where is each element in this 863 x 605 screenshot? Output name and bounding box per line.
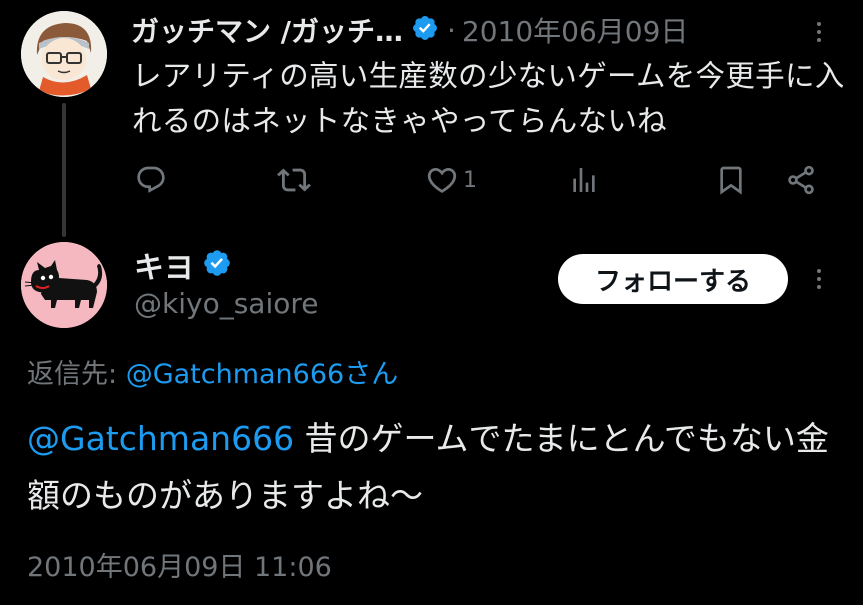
bookmark-icon	[720, 166, 742, 195]
share-icon	[788, 165, 814, 195]
reply-to-prefix: 返信先:	[27, 359, 126, 390]
main-tweet-timestamp[interactable]: 2010年06月09日 11:06	[27, 545, 332, 584]
heart-icon	[427, 167, 457, 193]
retweet-icon	[277, 168, 311, 192]
follow-button[interactable]: フォローする	[558, 254, 788, 304]
parent-tweet-date[interactable]: 2010年06月09日	[462, 10, 689, 50]
main-avatar[interactable]	[21, 242, 107, 328]
replying-to-line: 返信先: @Gatchman666さん	[27, 352, 398, 391]
analytics-icon	[573, 168, 595, 192]
reply-button[interactable]	[135, 160, 167, 200]
main-tweet-text: @Gatchman666 昔のゲームでたまにとんでもない金額のものがありますよね…	[27, 410, 837, 524]
like-count: 1	[463, 167, 477, 193]
main-tweet-header: キヨ	[134, 244, 232, 286]
parent-more-options-icon[interactable]	[804, 17, 834, 47]
parent-tweet-header: ガッチマン /ガッチ… · 2010年06月09日	[131, 10, 688, 50]
bookmark-button[interactable]	[715, 160, 747, 200]
like-button[interactable]: 1	[425, 160, 477, 200]
avatar-illustration	[21, 11, 107, 97]
mention-link[interactable]: @Gatchman666	[27, 419, 294, 458]
share-button[interactable]	[785, 160, 817, 200]
thread-connector-line	[62, 103, 66, 237]
main-more-options-icon[interactable]	[804, 264, 834, 294]
main-display-name[interactable]: キヨ	[134, 243, 194, 287]
verified-badge-icon	[202, 248, 232, 282]
reply-icon	[137, 166, 165, 193]
main-handle[interactable]: @kiyo_saiore	[134, 287, 318, 320]
parent-avatar[interactable]	[21, 11, 107, 97]
reply-to-user-link[interactable]: @Gatchman666さん	[126, 359, 399, 390]
views-button[interactable]	[568, 160, 600, 200]
verified-badge-icon	[411, 14, 439, 46]
retweet-button[interactable]	[277, 160, 311, 200]
parent-tweet-text: レアリティの高い生産数の少ないゲームを今更手に入れるのはネットなきゃやってらんな…	[132, 59, 845, 138]
avatar-illustration	[21, 242, 107, 328]
header-separator: ·	[446, 13, 456, 47]
parent-display-name[interactable]: ガッチマン /ガッチ…	[131, 10, 403, 50]
